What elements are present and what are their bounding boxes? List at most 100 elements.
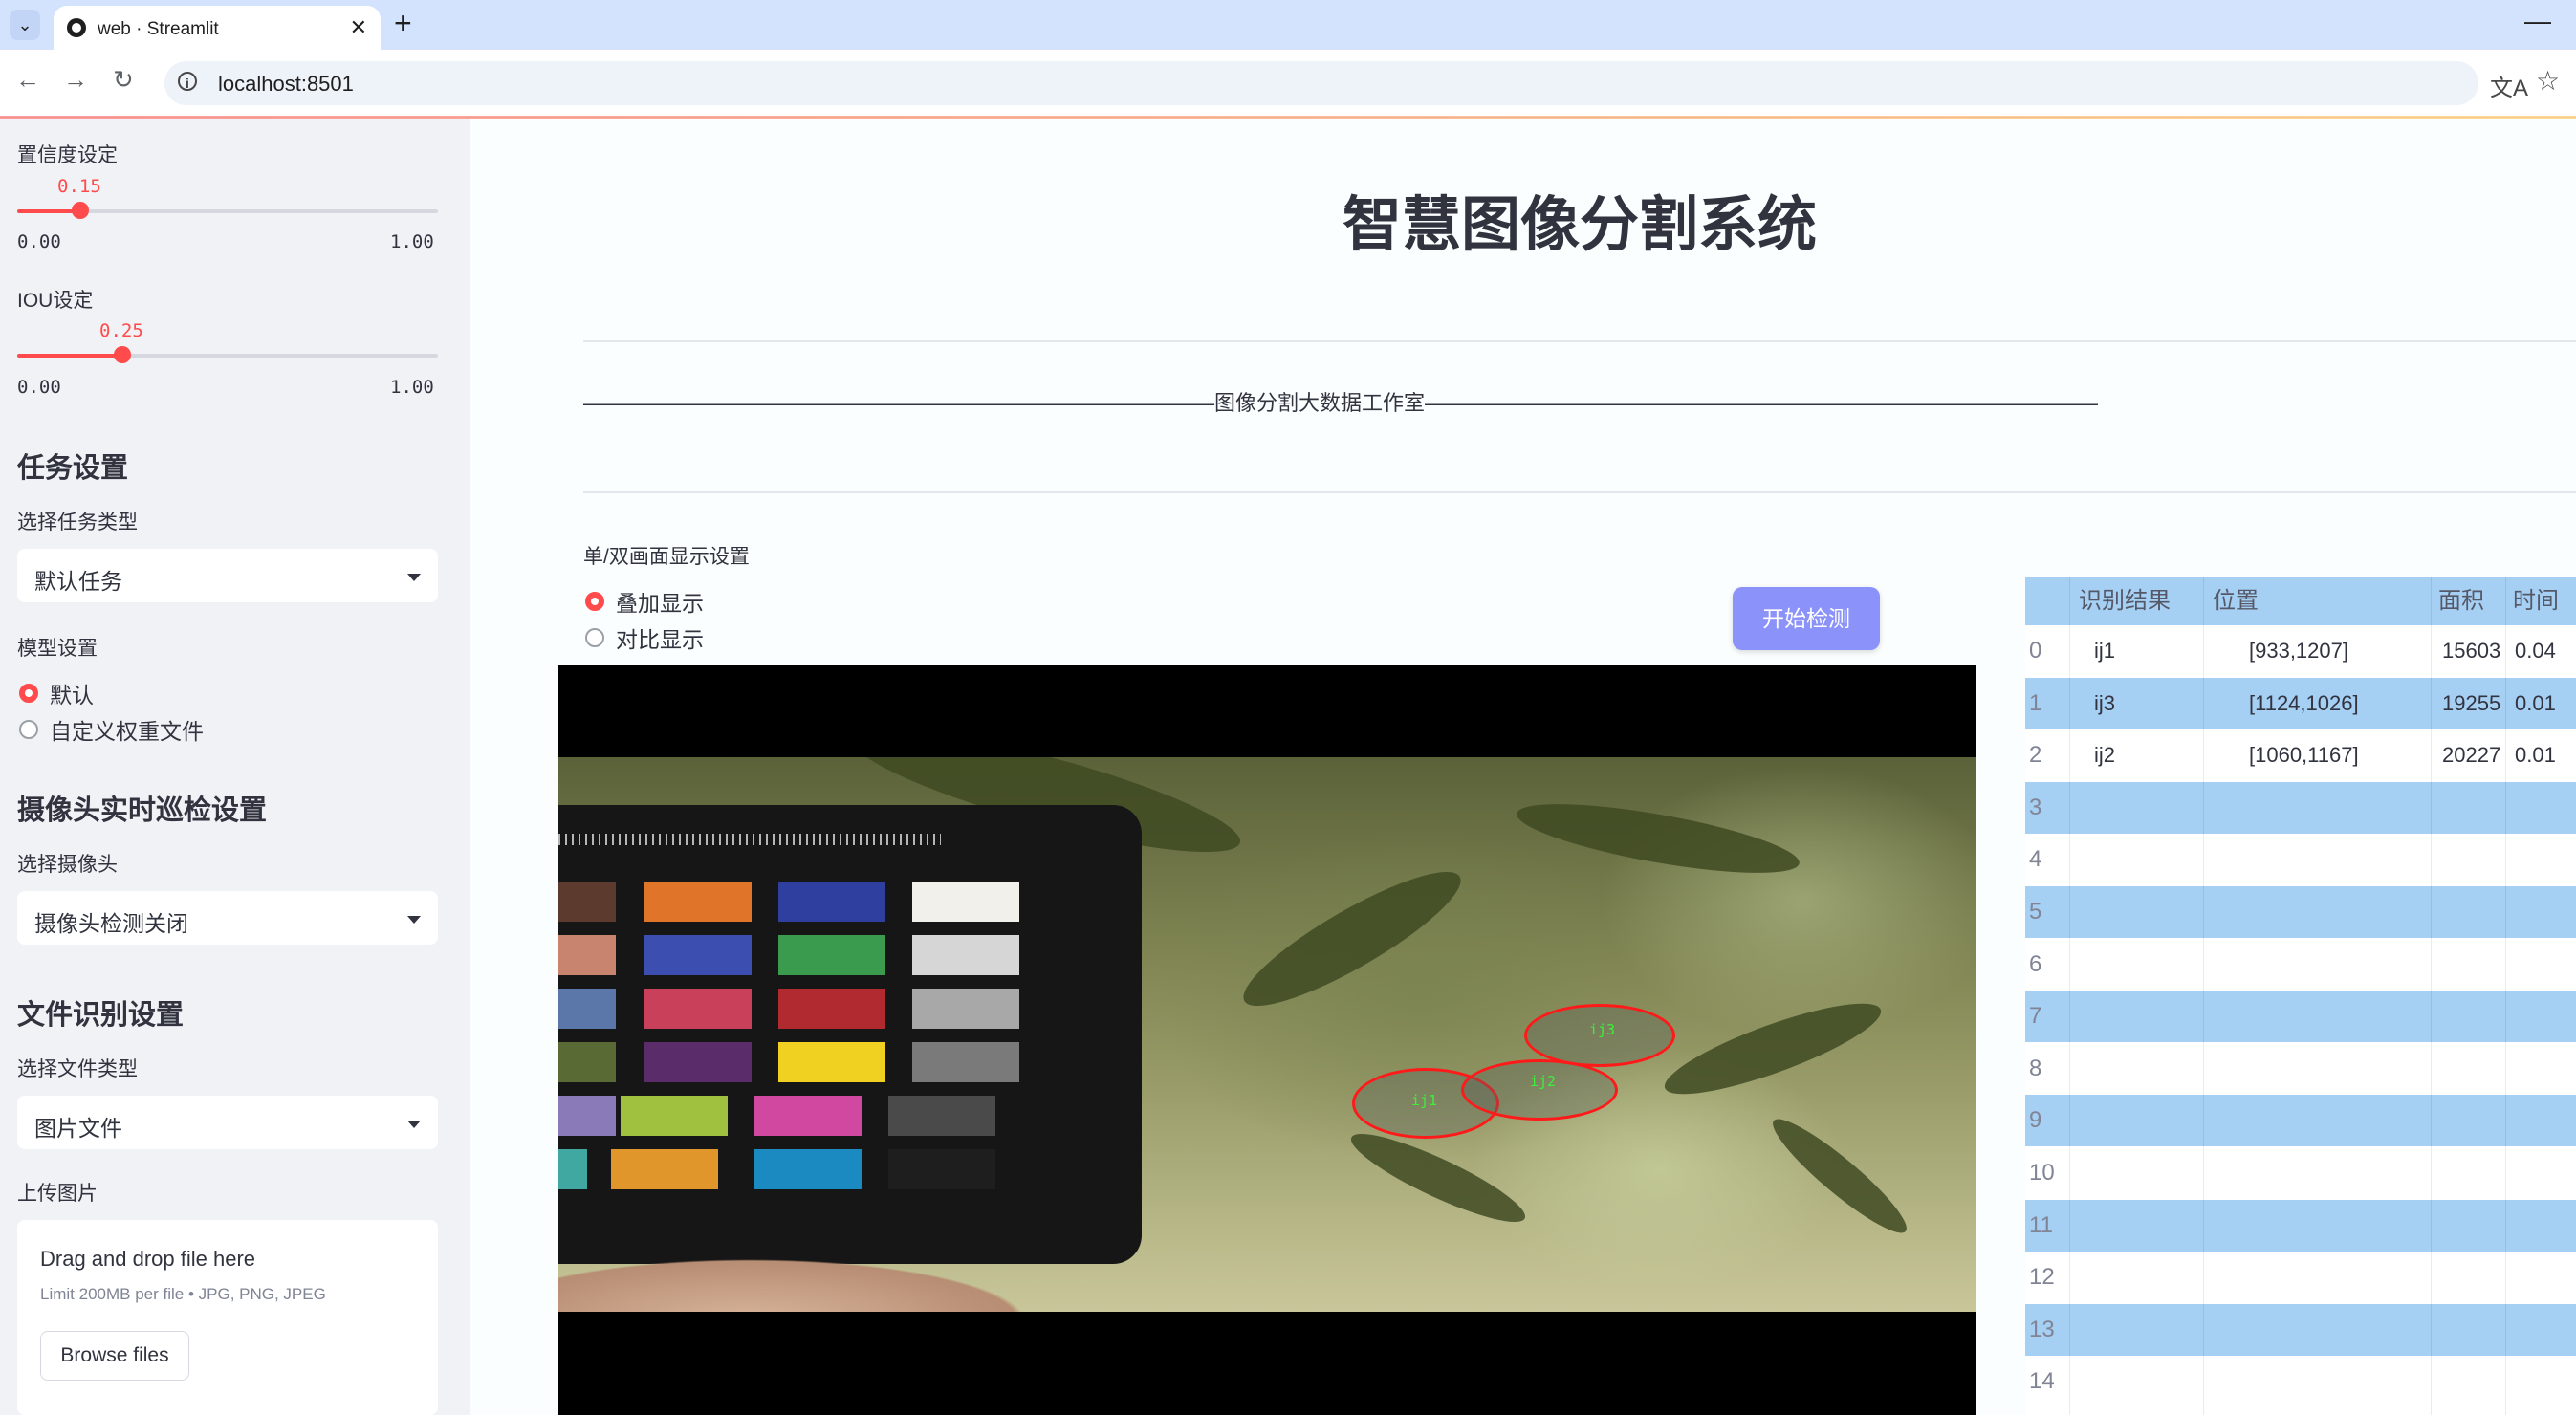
- task-type-select[interactable]: 默认任务: [17, 549, 438, 602]
- color-swatch: [611, 1149, 718, 1189]
- confidence-value: 0.15: [57, 176, 101, 197]
- display-option-overlay[interactable]: 叠加显示: [585, 585, 704, 618]
- table-row[interactable]: 14: [2025, 1356, 2576, 1408]
- row-index: 9: [2029, 1107, 2042, 1134]
- radio-unselected-icon[interactable]: [19, 720, 38, 739]
- display-option-compare[interactable]: 对比显示: [585, 621, 704, 654]
- chevron-down-icon: [407, 1121, 421, 1128]
- row-index: 8: [2029, 1055, 2042, 1081]
- translate-icon[interactable]: 文A: [2490, 69, 2528, 102]
- file-type-select[interactable]: 图片文件: [17, 1096, 438, 1149]
- row-index: 7: [2029, 1003, 2042, 1030]
- forward-arrow-icon[interactable]: →: [63, 65, 88, 95]
- table-row[interactable]: 10: [2025, 1147, 2576, 1199]
- new-tab-icon[interactable]: +: [394, 6, 412, 41]
- upload-label: 上传图片: [17, 1183, 98, 1205]
- header-area[interactable]: 面积: [2438, 577, 2484, 625]
- column-divider: [2203, 577, 2204, 1415]
- display-option-label: 叠加显示: [616, 591, 704, 616]
- color-swatch: [912, 935, 1019, 975]
- header-position[interactable]: 位置: [2213, 577, 2259, 625]
- table-row[interactable]: 4: [2025, 834, 2576, 886]
- radio-selected-icon[interactable]: [19, 684, 38, 703]
- site-info-icon[interactable]: i: [178, 72, 197, 91]
- color-swatch: [778, 882, 885, 922]
- table-row[interactable]: 9: [2025, 1095, 2576, 1147]
- camera-select[interactable]: 摄像头检测关闭: [17, 891, 438, 945]
- display-option-label: 对比显示: [616, 627, 704, 652]
- url-field[interactable]: i localhost:8501: [164, 61, 2478, 105]
- cell-result: ij1: [2094, 639, 2116, 663]
- task-settings-header: 任务设置: [17, 453, 129, 484]
- confidence-slider[interactable]: [17, 202, 438, 219]
- color-swatch: [621, 1096, 728, 1136]
- back-arrow-icon[interactable]: ←: [15, 65, 40, 95]
- table-row[interactable]: 0 ij1 [933,1207] 15603 0.04: [2025, 625, 2576, 677]
- row-index: 10: [2029, 1160, 2055, 1186]
- header-result[interactable]: 识别结果: [2079, 577, 2171, 625]
- leaf-shape: [1656, 987, 1889, 1111]
- color-swatch: [912, 882, 1019, 922]
- table-row[interactable]: 7: [2025, 990, 2576, 1043]
- cell-area: 15603: [2442, 639, 2501, 663]
- minimize-window-icon[interactable]: —: [2524, 6, 2551, 36]
- divider: [583, 340, 2576, 342]
- color-swatch: [644, 935, 752, 975]
- table-row[interactable]: 13: [2025, 1303, 2576, 1356]
- tab-search-icon[interactable]: ⌄: [10, 10, 40, 40]
- confidence-label: 置信度设定: [17, 144, 118, 166]
- hand-shape: [558, 1216, 1132, 1312]
- row-index: 3: [2029, 794, 2042, 820]
- table-row[interactable]: 6: [2025, 938, 2576, 990]
- table-row[interactable]: 8: [2025, 1042, 2576, 1095]
- reload-icon[interactable]: ↻: [113, 65, 134, 95]
- close-tab-icon[interactable]: ✕: [350, 15, 367, 40]
- row-index: 12: [2029, 1264, 2055, 1291]
- color-swatch: [778, 1042, 885, 1082]
- address-bar: ← → ↻ i localhost:8501 文A ☆: [0, 50, 2576, 118]
- model-option-custom[interactable]: 自定义权重文件: [19, 713, 204, 746]
- model-option-default[interactable]: 默认: [19, 677, 94, 709]
- table-row[interactable]: 12: [2025, 1252, 2576, 1304]
- streamlit-favicon-icon: [67, 18, 86, 37]
- cell-time: 0.01: [2515, 690, 2556, 715]
- model-option-label: 默认: [50, 683, 94, 708]
- color-swatch: [558, 935, 616, 975]
- iou-max: 1.00: [390, 377, 434, 398]
- table-row[interactable]: 1 ij3 [1124,1026] 19255 0.01: [2025, 677, 2576, 729]
- upload-limit: Limit 200MB per file • JPG, PNG, JPEG: [40, 1285, 326, 1303]
- color-swatch: [644, 989, 752, 1029]
- cell-area: 19255: [2442, 690, 2501, 715]
- radio-unselected-icon[interactable]: [585, 628, 604, 647]
- confidence-max: 1.00: [390, 231, 434, 252]
- color-swatch: [558, 882, 616, 922]
- browser-tab[interactable]: web · Streamlit ✕: [54, 6, 381, 50]
- upload-title: Drag and drop file here: [40, 1247, 256, 1271]
- start-detection-button[interactable]: 开始检测: [1733, 587, 1880, 650]
- radio-selected-icon[interactable]: [585, 592, 604, 611]
- cell-result: ij3: [2094, 690, 2116, 715]
- results-table[interactable]: 识别结果 位置 面积 时间 0 ij1 [933,1207] 15603 0.04 1 ij…: [2025, 577, 2576, 1415]
- bookmark-star-icon[interactable]: ☆: [2536, 65, 2560, 97]
- color-swatch: [754, 1149, 862, 1189]
- confidence-slider-thumb[interactable]: [72, 202, 89, 219]
- file-uploader-dropzone[interactable]: Drag and drop file here Limit 200MB per …: [17, 1220, 438, 1415]
- row-index: 4: [2029, 846, 2042, 873]
- table-row[interactable]: 2 ij2 [1060,1167] 20227 0.01: [2025, 729, 2576, 782]
- leaf-shape: [1762, 1107, 1917, 1245]
- iou-label: IOU设定: [17, 290, 94, 312]
- table-row[interactable]: 3: [2025, 781, 2576, 834]
- iou-slider-thumb[interactable]: [114, 346, 131, 363]
- header-time[interactable]: 时间: [2513, 577, 2559, 625]
- model-option-label: 自定义权重文件: [50, 719, 204, 744]
- task-type-value: 默认任务: [34, 569, 122, 594]
- detection-box-ij2[interactable]: [1461, 1059, 1618, 1121]
- iou-value: 0.25: [99, 320, 143, 341]
- table-row[interactable]: 5: [2025, 886, 2576, 938]
- cell-position: [1124,1026]: [2249, 690, 2359, 715]
- color-swatch: [558, 1096, 616, 1136]
- iou-slider[interactable]: [17, 346, 438, 363]
- browse-files-button[interactable]: Browse files: [40, 1331, 189, 1381]
- color-checker-card: [558, 805, 1142, 1264]
- table-row[interactable]: 11: [2025, 1199, 2576, 1252]
